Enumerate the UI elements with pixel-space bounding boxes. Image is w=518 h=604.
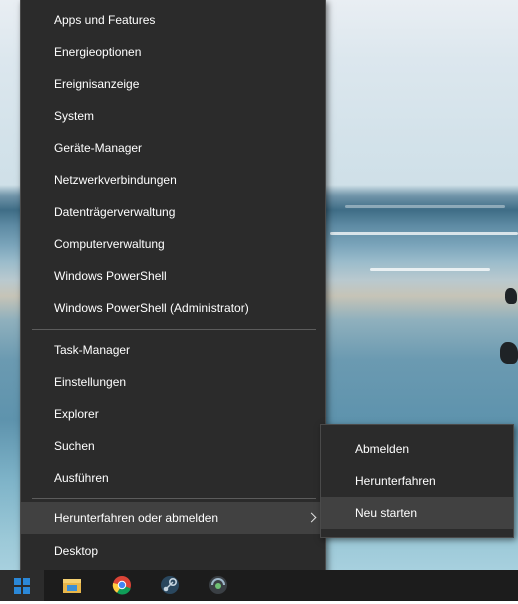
menu-item-powershell[interactable]: Windows PowerShell <box>21 260 325 292</box>
taskbar-chrome[interactable] <box>102 570 142 601</box>
windows-start-icon <box>14 578 30 594</box>
taskbar <box>0 570 518 601</box>
menu-item-label: Herunterfahren oder abmelden <box>54 511 219 525</box>
submenu-item-sign-out[interactable]: Abmelden <box>321 433 513 465</box>
menu-item-shutdown-signout[interactable]: Herunterfahren oder abmelden <box>21 502 325 534</box>
menu-separator <box>32 329 316 330</box>
file-explorer-icon <box>63 579 81 593</box>
taskbar-file-explorer[interactable] <box>52 570 92 601</box>
chevron-right-icon <box>306 512 317 523</box>
rock-silhouette <box>505 288 517 304</box>
shutdown-submenu: Abmelden Herunterfahren Neu starten <box>320 424 514 538</box>
menu-item-explorer[interactable]: Explorer <box>21 398 325 430</box>
wave-crest <box>330 232 518 235</box>
chrome-icon <box>112 576 131 595</box>
submenu-item-restart[interactable]: Neu starten <box>321 497 513 529</box>
menu-item-task-manager[interactable]: Task-Manager <box>21 334 325 366</box>
menu-item-powershell-admin[interactable]: Windows PowerShell (Administrator) <box>21 292 325 324</box>
menu-item-computer-management[interactable]: Computerverwaltung <box>21 228 325 260</box>
wave-crest <box>370 268 490 271</box>
menu-item-settings[interactable]: Einstellungen <box>21 366 325 398</box>
rock-silhouette <box>500 342 518 364</box>
menu-separator <box>32 498 316 499</box>
menu-item-apps-features[interactable]: Apps und Features <box>21 4 325 36</box>
menu-item-power-options[interactable]: Energieoptionen <box>21 36 325 68</box>
submenu-item-shut-down[interactable]: Herunterfahren <box>321 465 513 497</box>
power-user-menu: Apps und Features Energieoptionen Ereign… <box>20 0 326 575</box>
taskbar-steam[interactable] <box>150 570 190 601</box>
wave-crest <box>345 205 505 208</box>
steam-icon <box>161 576 179 594</box>
menu-item-system[interactable]: System <box>21 100 325 132</box>
menu-item-network-connections[interactable]: Netzwerkverbindungen <box>21 164 325 196</box>
menu-item-disk-management[interactable]: Datenträgerverwaltung <box>21 196 325 228</box>
taskbar-media-app[interactable] <box>198 570 238 601</box>
menu-item-device-manager[interactable]: Geräte-Manager <box>21 132 325 164</box>
menu-item-event-viewer[interactable]: Ereignisanzeige <box>21 68 325 100</box>
start-button[interactable] <box>0 570 44 601</box>
menu-item-desktop[interactable]: Desktop <box>21 535 325 567</box>
menu-item-search[interactable]: Suchen <box>21 430 325 462</box>
menu-item-run[interactable]: Ausführen <box>21 462 325 494</box>
media-app-icon <box>209 576 227 594</box>
